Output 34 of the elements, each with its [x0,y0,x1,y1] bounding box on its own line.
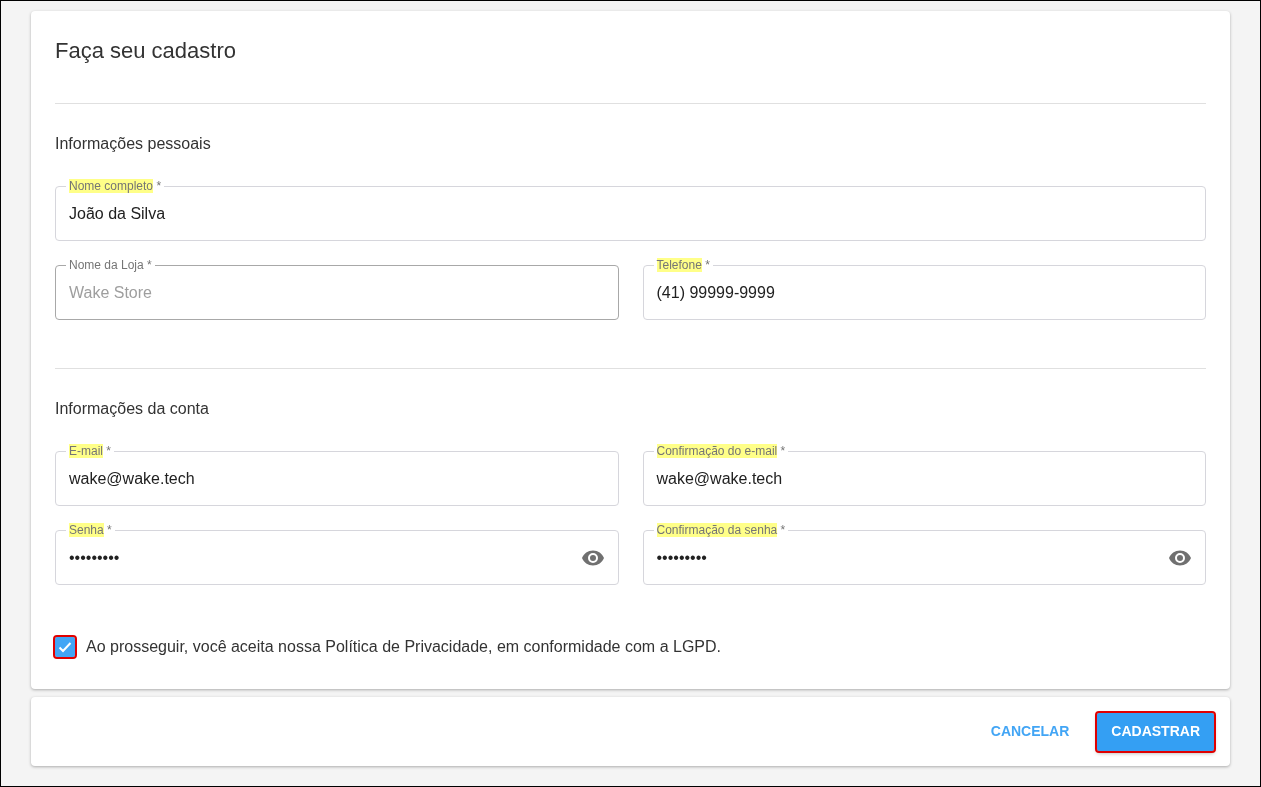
consent-text: Ao prosseguir, você aceita nossa Política de Privacidade, em conformidade com a LGPD. [86,637,721,657]
field-label: Nome completo [69,179,154,193]
section-heading: Informações da conta [55,399,210,419]
field-value: (41) 99999-9999 [656,283,776,303]
eye-icon[interactable] [580,550,605,566]
form-title: Faça seu cadastro [55,37,237,65]
required-mark: * [705,258,710,272]
field-label: Senha [69,523,104,537]
text-field[interactable]: Nome completo * João da Silva [55,178,1206,241]
field-value: João da Silva [69,204,167,224]
required-mark: * [780,523,786,537]
field-label: Nome da Loja [69,258,144,272]
text-field[interactable]: Confirmação do e-mail * wake@wake.tech [642,443,1206,506]
field-label: E-mail [69,444,103,458]
eye-icon[interactable] [1168,550,1192,566]
required-mark: * [147,258,152,272]
field-value: ••••••••• [656,548,708,568]
password-field[interactable]: Confirmação da senha * ••••••••• [642,522,1206,585]
text-field[interactable]: Nome da Loja * Wake Store [55,257,619,320]
checkmark-icon [58,641,72,653]
required-mark: * [780,444,786,458]
field-label: Confirmação do e-mail [656,444,778,458]
field-value: ••••••••• [69,548,121,568]
required-mark: * [156,179,162,193]
text-field[interactable]: E-mail * wake@wake.tech [55,443,619,506]
required-mark: * [106,444,112,458]
field-value: wake@wake.tech [69,469,196,489]
section-heading: Informações pessoais [55,134,212,154]
checkbox[interactable] [55,637,75,657]
field-input[interactable]: Wake Store [69,281,605,305]
field-label: Confirmação da senha [656,523,778,537]
required-mark: * [107,523,112,537]
password-field[interactable]: Senha * ••••••••• [55,522,619,585]
field-value: wake@wake.tech [656,469,784,489]
